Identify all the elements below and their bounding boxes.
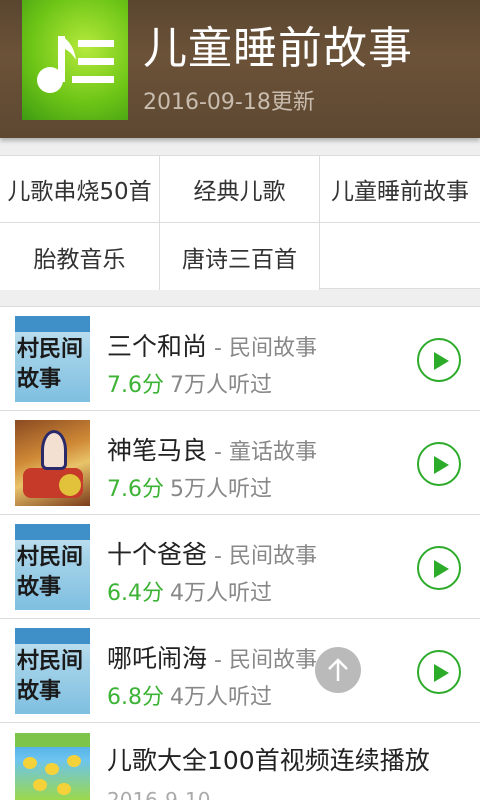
- play-icon: [434, 664, 449, 682]
- app-header: 儿童睡前故事 2016-09-18更新: [0, 0, 480, 138]
- title-separator: -: [207, 336, 229, 361]
- story-listens: 4万人听过: [170, 581, 272, 606]
- story-listens: 4万人听过: [170, 685, 272, 710]
- story-genre: 民间故事: [228, 544, 317, 569]
- story-score: 7.6分: [107, 373, 164, 398]
- list-item[interactable]: 村民间故事 十个爸爸 - 民间故事 6.4分 4万人听过: [0, 515, 480, 619]
- play-icon: [434, 456, 449, 474]
- play-icon: [434, 352, 449, 370]
- scroll-to-top-button[interactable]: [315, 647, 361, 693]
- title-separator: -: [207, 440, 229, 465]
- category-item[interactable]: 胎教音乐: [0, 223, 160, 290]
- video-title: 儿歌大全100首视频连续播放: [107, 746, 430, 775]
- arrow-up-icon: [328, 658, 348, 681]
- play-button[interactable]: [417, 338, 461, 382]
- story-genre: 民间故事: [228, 648, 317, 673]
- story-genre: 童话故事: [228, 440, 317, 465]
- title-separator: -: [207, 544, 229, 569]
- story-score: 7.6分: [107, 477, 164, 502]
- story-listens: 5万人听过: [170, 477, 272, 502]
- story-listens: 7万人听过: [170, 373, 272, 398]
- story-score: 6.4分: [107, 581, 164, 606]
- update-date: 2016-09-18更新: [143, 90, 315, 115]
- page-title: 儿童睡前故事: [143, 23, 413, 74]
- category-item[interactable]: 经典儿歌: [160, 156, 320, 223]
- category-item[interactable]: 唐诗三百首: [160, 223, 320, 290]
- list-item[interactable]: 神笔马良 - 童话故事 7.6分 5万人听过: [0, 411, 480, 515]
- play-button[interactable]: [417, 650, 461, 694]
- play-icon: [434, 560, 449, 578]
- story-thumbnail: 村民间故事: [15, 316, 90, 402]
- music-note-list-icon: [22, 0, 128, 120]
- story-thumbnail: [15, 420, 90, 506]
- story-title: 哪吒闹海: [107, 644, 208, 673]
- list-item[interactable]: 村民间故事 哪吒闹海 - 民间故事 6.8分 4万人听过: [0, 619, 480, 723]
- story-title: 三个和尚: [107, 332, 208, 361]
- video-list-item[interactable]: 儿歌大全100首视频连续播放 2016-9-10: [0, 725, 480, 800]
- story-thumbnail: 村民间故事: [15, 628, 90, 714]
- story-title: 神笔马良: [107, 436, 208, 465]
- story-title: 十个爸爸: [107, 540, 208, 569]
- list-item[interactable]: 村民间故事 三个和尚 - 民间故事 7.6分 7万人听过: [0, 307, 480, 411]
- video-thumbnail: [15, 733, 90, 800]
- story-genre: 民间故事: [228, 336, 317, 361]
- play-button[interactable]: [417, 546, 461, 590]
- category-grid: 儿歌串烧50首 经典儿歌 儿童睡前故事 胎教音乐 唐诗三百首: [0, 155, 480, 290]
- story-score: 6.8分: [107, 685, 164, 710]
- category-item[interactable]: 儿歌串烧50首: [0, 156, 160, 223]
- story-thumbnail: 村民间故事: [15, 524, 90, 610]
- play-button[interactable]: [417, 442, 461, 486]
- title-separator: -: [207, 648, 229, 673]
- category-item[interactable]: 儿童睡前故事: [320, 156, 480, 223]
- video-date: 2016-9-10: [107, 788, 211, 800]
